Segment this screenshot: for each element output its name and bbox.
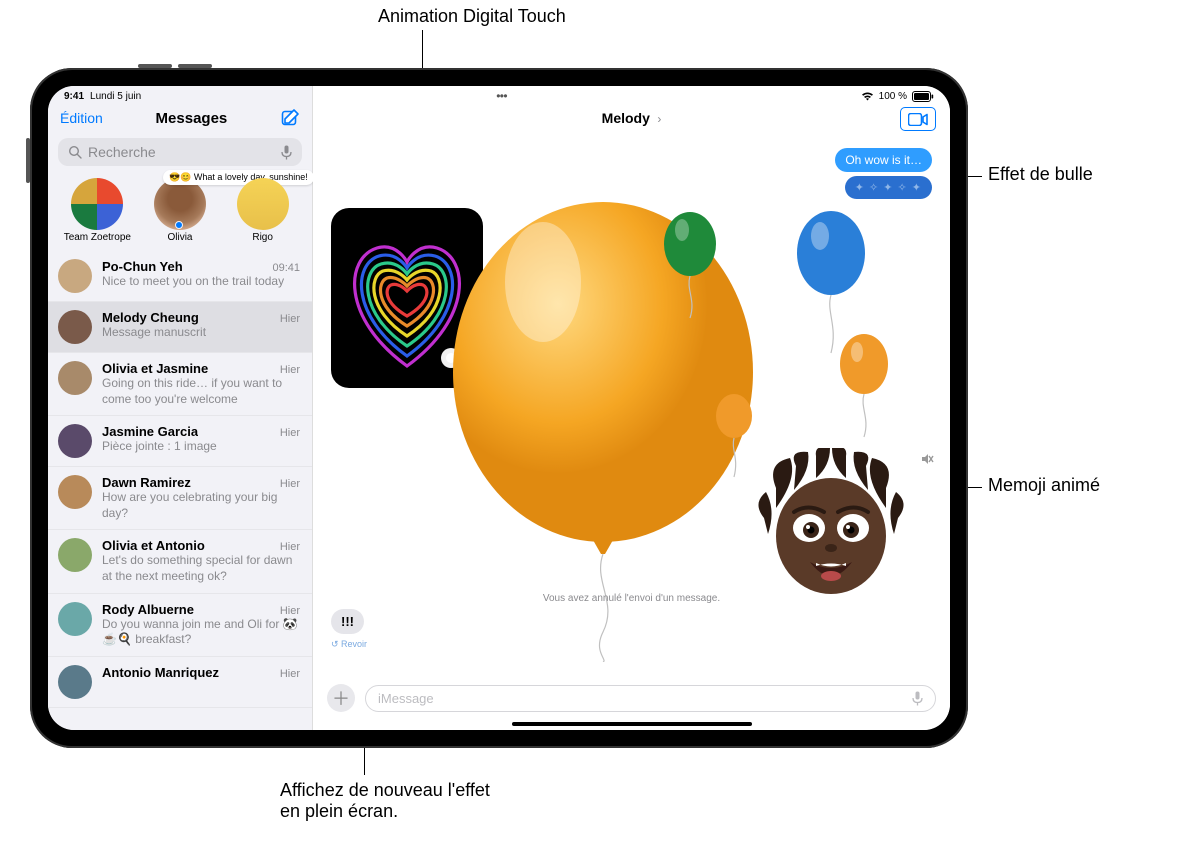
wifi-icon — [861, 91, 874, 101]
balloon-effect — [837, 332, 892, 442]
convo-time: Hier — [280, 313, 300, 325]
compose-button[interactable] — [280, 108, 300, 128]
conversation-item[interactable]: Melody Cheung Hier Message manuscrit — [48, 302, 312, 353]
volume-button — [138, 64, 172, 68]
convo-name: Olivia et Jasmine — [102, 361, 208, 376]
balloon-effect — [660, 208, 720, 328]
chevron-right-icon: › — [657, 112, 661, 126]
convo-name: Dawn Ramirez — [102, 475, 191, 490]
mute-icon[interactable] — [920, 452, 934, 466]
convo-time: 09:41 — [272, 262, 300, 274]
convo-time: Hier — [280, 478, 300, 490]
input-placeholder: iMessage — [378, 691, 434, 706]
convo-name: Po-Chun Yeh — [102, 259, 183, 274]
pinned-item[interactable]: Rigo — [228, 178, 298, 243]
avatar — [58, 259, 92, 293]
avatar — [58, 424, 92, 458]
conversation-item[interactable]: Olivia et Antonio Hier Let's do something… — [48, 530, 312, 593]
avatar — [58, 475, 92, 509]
status-bar: 9:41 Lundi 5 juin • • • 100 % — [48, 86, 950, 104]
avatar — [58, 361, 92, 395]
convo-preview: Pièce jointe : 1 image — [102, 439, 300, 455]
chat-area[interactable]: Oh wow is it… ✦ ✧ ✦ ✧ ✦ — [313, 132, 950, 676]
callout-replay: Affichez de nouveau l'effet en plein écr… — [280, 780, 490, 822]
convo-time: Hier — [280, 427, 300, 439]
search-placeholder: Recherche — [88, 144, 156, 160]
contact-name[interactable]: Melody — [602, 110, 650, 126]
convo-name: Antonio Manriquez — [102, 665, 219, 680]
convo-time: Hier — [280, 364, 300, 376]
callout-memoji: Memoji animé — [988, 475, 1100, 496]
dictation-icon[interactable] — [281, 145, 292, 160]
outgoing-bubble-effect[interactable]: ✦ ✧ ✦ ✧ ✦ — [845, 176, 932, 199]
multitask-indicator[interactable]: • • • — [496, 89, 505, 103]
avatar — [58, 665, 92, 699]
ipad-screen: 9:41 Lundi 5 juin • • • 100 % Édition Me… — [48, 86, 950, 730]
convo-name: Rody Albuerne — [102, 602, 194, 617]
convo-time: Hier — [280, 605, 300, 617]
memoji-face-icon — [746, 448, 916, 598]
volume-button — [178, 64, 212, 68]
convo-name: Melody Cheung — [102, 310, 199, 325]
convo-preview: Do you wanna join me and Oli for 🐼☕🍳 bre… — [102, 617, 300, 648]
convo-time: Hier — [280, 541, 300, 553]
conversation-item[interactable]: Antonio Manriquez Hier — [48, 657, 312, 708]
avatar — [58, 310, 92, 344]
conversation-item[interactable]: Dawn Ramirez Hier How are you celebrating… — [48, 467, 312, 530]
pinned-item[interactable]: 😎😊 What a lovely day, sunshine! Olivia — [145, 178, 215, 243]
power-button — [26, 138, 30, 183]
conversation-item[interactable]: Jasmine Garcia Hier Pièce jointe : 1 imag… — [48, 416, 312, 467]
battery-label: 100 % — [879, 91, 907, 102]
status-time: 9:41 — [64, 91, 84, 102]
pinned-item[interactable]: Team Zoetrope — [62, 178, 132, 243]
avatar — [58, 538, 92, 572]
facetime-button[interactable] — [900, 107, 936, 131]
conversation-pane: Melody › Oh wow is it… ✦ ✧ ✦ ✧ ✦ — [313, 86, 950, 730]
convo-preview: Nice to meet you on the trail today — [102, 274, 300, 290]
convo-preview: Message manuscrit — [102, 325, 300, 341]
edit-button[interactable]: Édition — [60, 110, 103, 126]
convo-preview: Let's do something special for dawn at t… — [102, 553, 300, 584]
callout-bubble-effect: Effet de bulle — [988, 164, 1093, 185]
search-icon — [68, 145, 82, 159]
apps-plus-button[interactable]: ＋ — [327, 684, 355, 712]
replay-effect-button[interactable]: ↺ Revoir — [331, 639, 367, 650]
conversation-item[interactable]: Rody Albuerne Hier Do you wanna join me a… — [48, 594, 312, 657]
outgoing-bubble[interactable]: Oh wow is it… — [835, 148, 932, 172]
search-input[interactable]: Recherche — [58, 138, 302, 166]
pinned-conversations: Team Zoetrope 😎😊 What a lovely day, suns… — [48, 174, 312, 251]
chat-header: Melody › — [313, 106, 950, 132]
convo-name: Jasmine Garcia — [102, 424, 198, 439]
ipad-device-frame: 9:41 Lundi 5 juin • • • 100 % Édition Me… — [30, 68, 968, 748]
dictation-icon[interactable] — [912, 691, 923, 706]
conversation-item[interactable]: Olivia et Jasmine Hier Going on this ride… — [48, 353, 312, 416]
tapback-message[interactable]: !!! — [331, 609, 364, 634]
pinned-label: Team Zoetrope — [64, 232, 131, 243]
status-date: Lundi 5 juin — [90, 91, 141, 102]
animated-memoji[interactable] — [746, 448, 916, 598]
conversation-list[interactable]: Po-Chun Yeh 09:41 Nice to meet you on the… — [48, 251, 312, 730]
avatar — [58, 602, 92, 636]
convo-name: Olivia et Antonio — [102, 538, 205, 553]
callout-digital-touch: Animation Digital Touch — [378, 6, 566, 27]
pinned-label: Olivia — [167, 232, 192, 243]
unsend-status: Vous avez annulé l'envoi d'un message. — [543, 593, 720, 604]
conversation-item[interactable]: Po-Chun Yeh 09:41 Nice to meet you on the… — [48, 251, 312, 302]
conversations-sidebar: Édition Messages Recherche — [48, 86, 313, 730]
convo-time: Hier — [280, 668, 300, 680]
home-indicator[interactable] — [512, 722, 752, 726]
pinned-label: Rigo — [252, 232, 273, 243]
convo-preview: How are you celebrating your big day? — [102, 490, 300, 521]
message-input[interactable]: iMessage — [365, 685, 936, 712]
convo-preview: Going on this ride… if you want to come … — [102, 376, 300, 407]
sidebar-title: Messages — [103, 110, 280, 127]
battery-icon — [912, 91, 934, 102]
